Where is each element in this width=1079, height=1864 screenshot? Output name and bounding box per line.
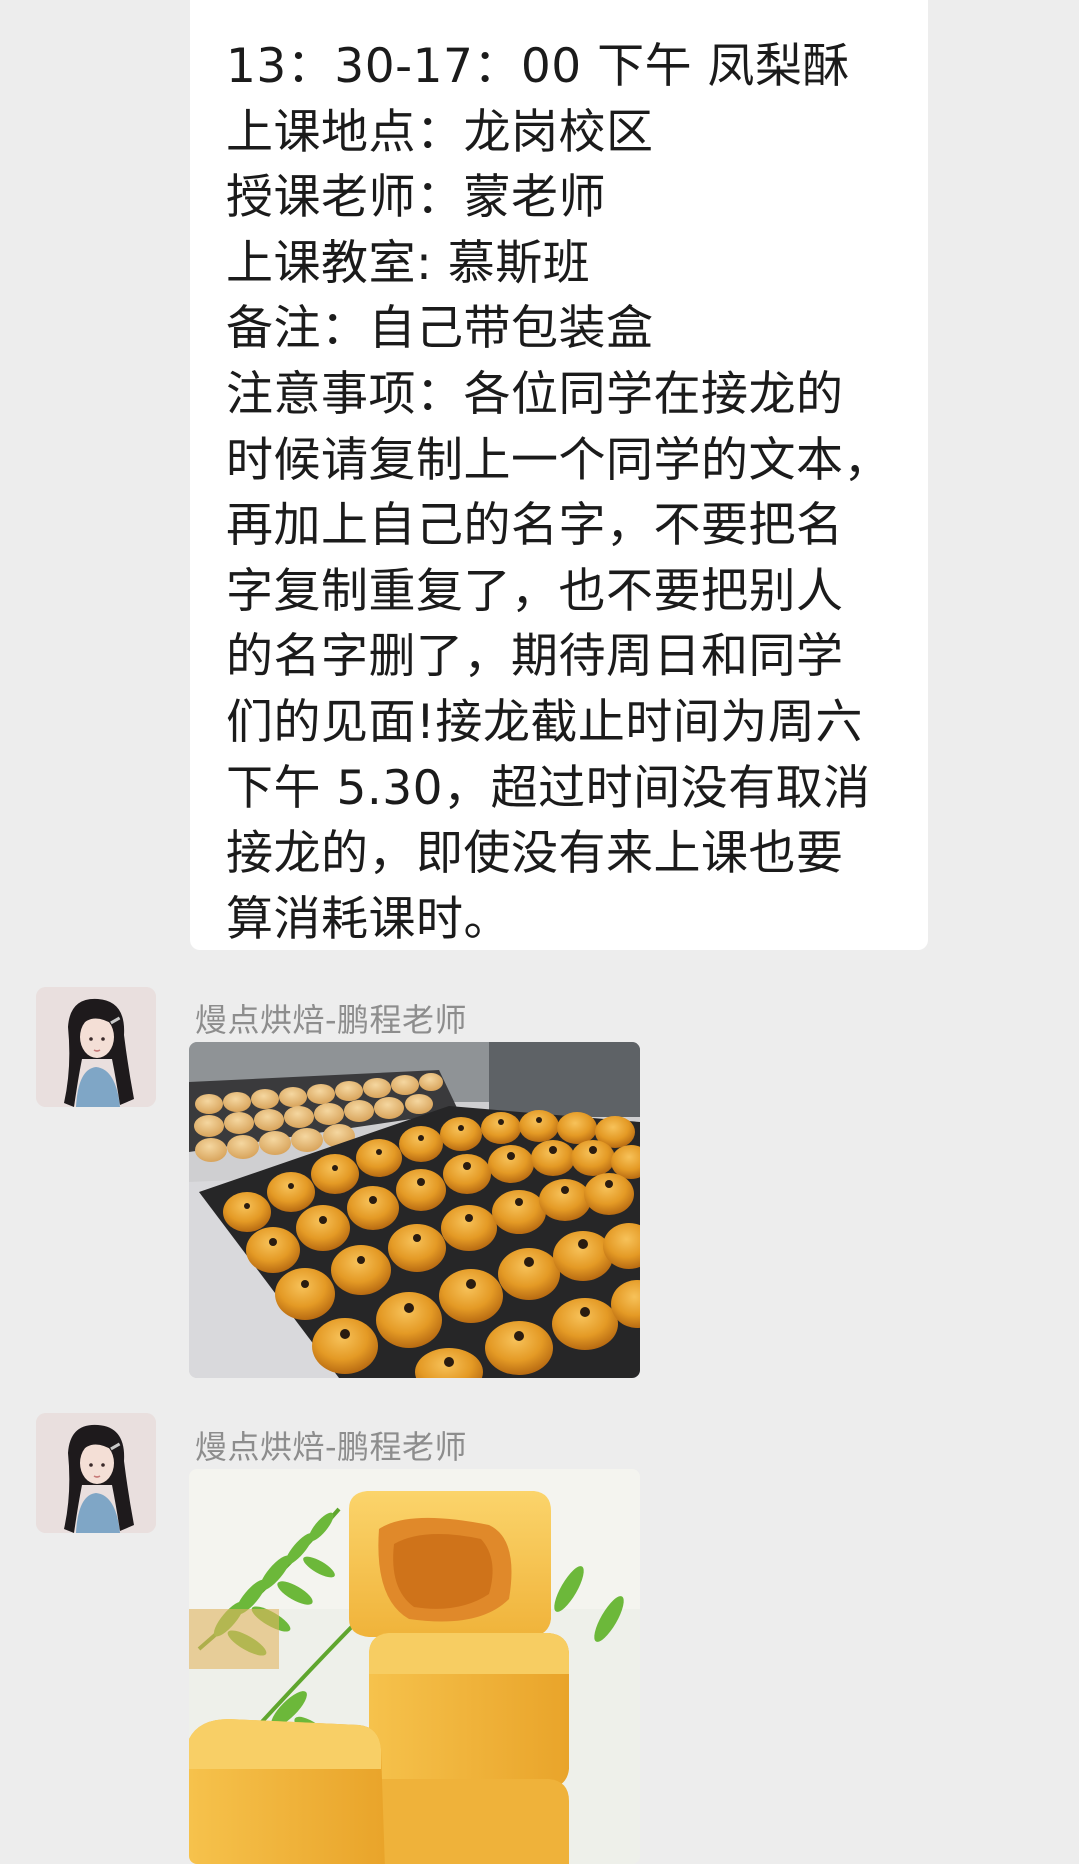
message-line: 授课老师：蒙老师 xyxy=(226,170,606,226)
sender-name: 熳点烘焙-鹏程老师 xyxy=(195,1001,468,1039)
chat-screen: 13：30-17：00 下午 凤梨酥 上课地点：龙岗校区 授课老师：蒙老师 上课… xyxy=(0,0,1079,1864)
girl-portrait-avatar-icon xyxy=(36,1413,156,1533)
pineapple-cake-photo-icon xyxy=(189,1469,640,1864)
message-line: 接龙的，即使没有来上课也要 xyxy=(226,826,844,882)
message-line: 的名字删了，期待周日和同学 xyxy=(226,629,844,685)
sender-avatar[interactable] xyxy=(36,1413,156,1533)
girl-portrait-avatar-icon xyxy=(36,987,156,1107)
message-line: 再加上自己的名字，不要把名 xyxy=(226,498,844,554)
image-message[interactable] xyxy=(189,1469,640,1864)
egg-yolk-pastry-tray-photo-icon xyxy=(189,1042,640,1378)
message-line: 下午 5.30，超过时间没有取消 xyxy=(226,760,871,816)
message-line: 时候请复制上一个同学的文本， xyxy=(226,432,891,488)
sender-name: 熳点烘焙-鹏程老师 xyxy=(195,1428,468,1466)
message-line: 们的见面!接龙截止时间为周六 xyxy=(226,694,863,750)
text-message-bubble[interactable]: 13：30-17：00 下午 凤梨酥 上课地点：龙岗校区 授课老师：蒙老师 上课… xyxy=(190,0,928,950)
message-line: 备注：自己带包装盒 xyxy=(226,301,654,357)
message-line: 上课教室: 慕斯班 xyxy=(226,235,591,291)
message-line: 算消耗课时。 xyxy=(226,891,511,947)
message-line: 上课地点：龙岗校区 xyxy=(226,104,654,160)
sender-avatar[interactable] xyxy=(36,987,156,1107)
message-line: 注意事项：各位同学在接龙的 xyxy=(226,366,844,422)
message-line: 13：30-17：00 下午 凤梨酥 xyxy=(226,39,851,94)
image-message[interactable] xyxy=(189,1042,640,1378)
message-line: 字复制重复了，也不要把别人 xyxy=(226,563,844,619)
